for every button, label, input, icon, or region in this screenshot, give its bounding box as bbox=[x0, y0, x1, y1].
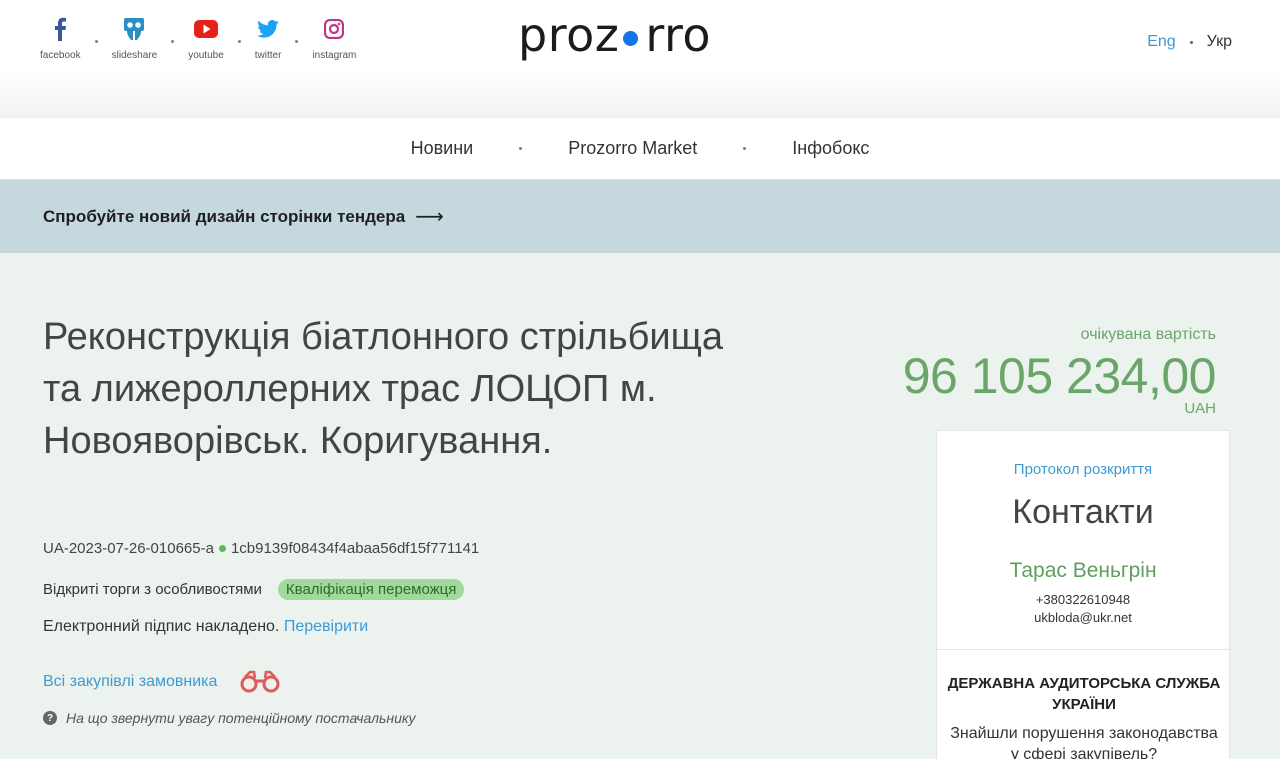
twitter-icon bbox=[257, 16, 279, 42]
site-header: facebook slideshare youtube twitter inst… bbox=[0, 0, 1280, 118]
separator-dot bbox=[94, 40, 98, 43]
expected-value-amount: 96 105 234,00 bbox=[902, 348, 1217, 404]
contact-phone: +380322610948 bbox=[1035, 592, 1131, 607]
status-dot-icon bbox=[218, 545, 226, 552]
binoculars-icon[interactable] bbox=[237, 670, 283, 694]
report-violation-text: Знайшли порушення законодавства у сфері … bbox=[950, 725, 1218, 759]
social-label: twitter bbox=[254, 50, 282, 61]
separator-dot bbox=[1189, 40, 1193, 44]
facebook-icon bbox=[53, 16, 67, 42]
supplier-hint[interactable]: ? На що звернути увагу потенційному пост… bbox=[43, 710, 416, 726]
social-youtube-link[interactable]: youtube bbox=[188, 16, 224, 61]
separator-dot bbox=[743, 147, 747, 150]
social-twitter-link[interactable]: twitter bbox=[254, 16, 282, 61]
opening-protocol-link[interactable]: Протокол розкриття bbox=[937, 461, 1229, 478]
contact-email: ukbloda@ukr.net bbox=[1034, 610, 1132, 625]
lang-eng-link[interactable]: Eng bbox=[1147, 33, 1175, 51]
youtube-icon bbox=[193, 16, 218, 42]
arrow-right-icon: ⟶ bbox=[415, 206, 444, 228]
new-design-banner: Спробуйте новий дизайн сторінки тендера … bbox=[0, 180, 1280, 253]
social-label: youtube bbox=[188, 50, 224, 61]
procedure-type: Відкриті торги з особливостями bbox=[43, 581, 262, 598]
separator-dot bbox=[295, 40, 299, 43]
all-purchases-link[interactable]: Всі закупівлі замовника bbox=[43, 673, 217, 691]
tender-title: Реконструкція біатлонного стрільбища та … bbox=[43, 316, 724, 462]
social-label: instagram bbox=[312, 50, 357, 61]
tender-id: UA-2023-07-26-010665-a bbox=[43, 540, 214, 557]
social-links: facebook slideshare youtube twitter inst… bbox=[40, 16, 356, 61]
hint-text: На що звернути увагу потенційному постач… bbox=[66, 710, 416, 726]
social-instagram-link[interactable]: instagram bbox=[312, 16, 356, 61]
social-label: slideshare bbox=[111, 50, 158, 61]
contacts-card: Протокол розкриття Контакти Тарас Веньгр… bbox=[936, 430, 1230, 759]
signature-row: Електронний підпис накладено. Перевірити bbox=[43, 618, 368, 636]
contact-name: Тарас Веньгрін bbox=[1009, 559, 1157, 582]
separator-dot bbox=[237, 40, 241, 43]
lang-ukr-link[interactable]: Укр bbox=[1207, 33, 1232, 51]
all-purchases-row: Всі закупівлі замовника bbox=[43, 670, 283, 694]
contacts-title: Контакти bbox=[1012, 493, 1154, 531]
instagram-icon bbox=[324, 16, 345, 42]
separator-dot bbox=[519, 147, 523, 150]
separator-dot bbox=[171, 40, 175, 43]
logo-text-left: proz bbox=[518, 8, 620, 62]
tender-hash: 1cb9139f08434f4abaa56df15f771141 bbox=[230, 540, 480, 557]
banner-text: Спробуйте новий дизайн сторінки тендера bbox=[43, 206, 406, 226]
social-slideshare-link[interactable]: slideshare bbox=[111, 16, 158, 61]
divider bbox=[937, 649, 1229, 650]
nav-item-market[interactable]: Prozorro Market bbox=[568, 138, 697, 159]
main-nav: Новини Prozorro Market Інфобокс bbox=[0, 118, 1280, 180]
nav-item-infobox[interactable]: Інфобокс bbox=[792, 138, 869, 159]
language-switcher: Eng Укр bbox=[1147, 33, 1232, 51]
logo-text-right: rro bbox=[645, 8, 712, 62]
expected-value-label: очікувана вартість bbox=[1080, 326, 1216, 343]
social-label: facebook bbox=[40, 50, 81, 61]
tender-identifiers: UA-2023-07-26-010665-a 1cb9139f08434f4ab… bbox=[43, 540, 479, 557]
new-design-link[interactable]: Спробуйте новий дизайн сторінки тендера … bbox=[43, 204, 444, 229]
audit-service-title: ДЕРЖАВНА АУДИТОРСЬКА СЛУЖБА УКРАЇНИ bbox=[947, 675, 1221, 713]
nav-item-news[interactable]: Новини bbox=[411, 138, 474, 159]
question-icon: ? bbox=[43, 711, 57, 725]
prozorro-logo[interactable]: proz rro bbox=[518, 8, 711, 62]
social-facebook-link[interactable]: facebook bbox=[40, 16, 81, 61]
logo-dot-icon bbox=[623, 30, 639, 46]
procedure-row: Відкриті торги з особливостями Кваліфіка… bbox=[43, 579, 465, 600]
status-badge: Кваліфікація переможця bbox=[277, 579, 465, 600]
signature-text: Електронний підпис накладено. bbox=[43, 618, 280, 635]
slideshare-icon bbox=[123, 16, 145, 42]
expected-value-currency: UAH bbox=[1184, 400, 1216, 417]
verify-signature-link[interactable]: Перевірити bbox=[284, 618, 368, 635]
